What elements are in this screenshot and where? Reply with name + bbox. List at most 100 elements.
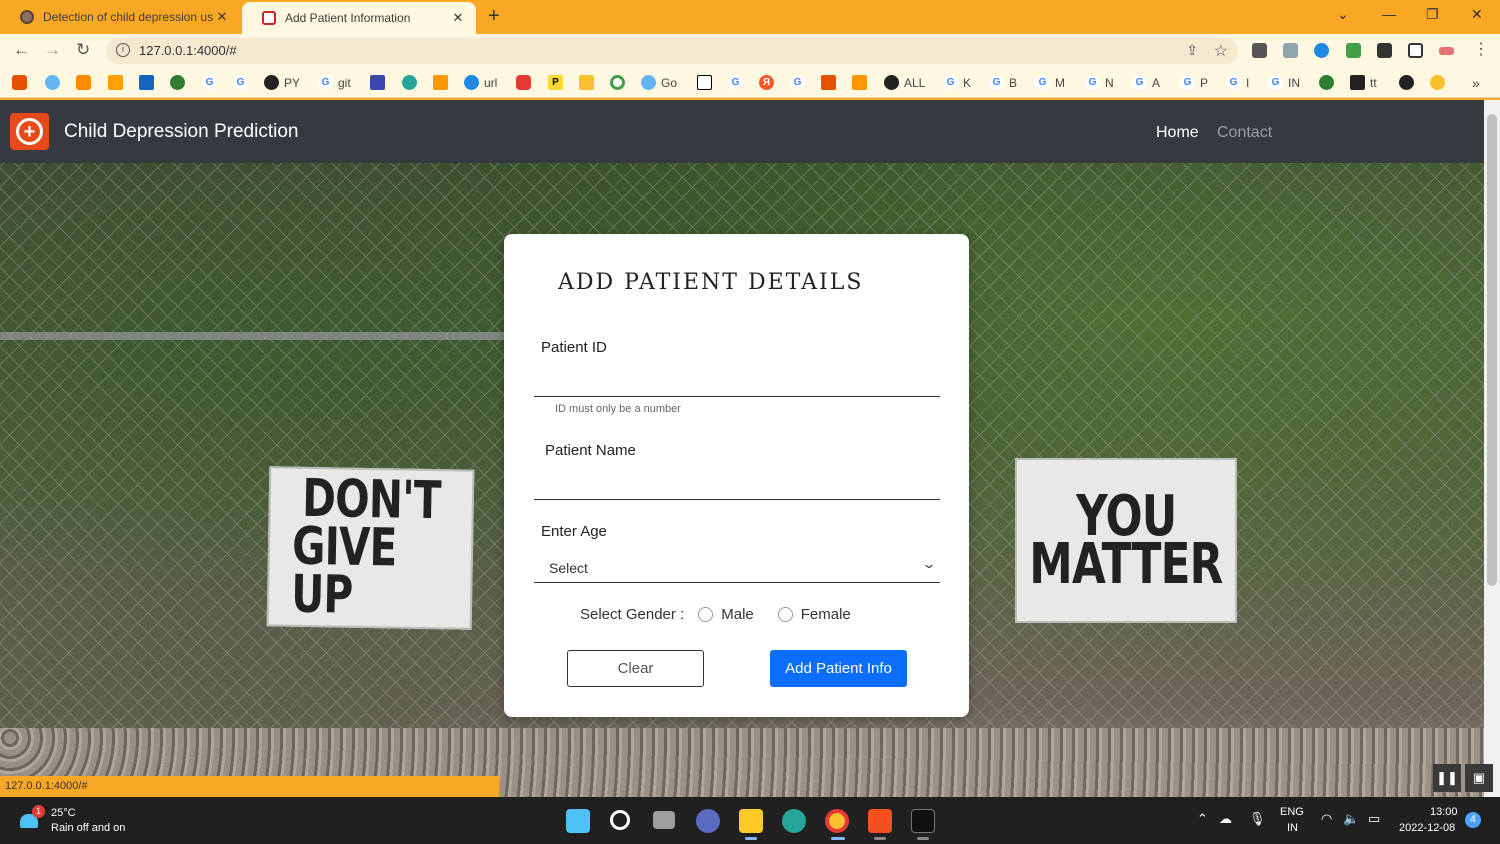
extension-blue-icon[interactable] [1314, 43, 1329, 58]
bookmark-wave-icon[interactable] [1319, 75, 1339, 90]
bookmark-green-icon[interactable] [170, 75, 190, 90]
bookmark-google-icon[interactable]: G [202, 75, 222, 90]
radio-female[interactable] [777, 607, 793, 622]
nav-link-contact[interactable]: Contact [1217, 124, 1272, 142]
bookmark-calendar-icon[interactable] [139, 75, 159, 90]
bookmark-a[interactable]: GA [1132, 75, 1160, 90]
bookmark-pin-icon[interactable] [12, 75, 32, 90]
bookmark-blue-icon[interactable] [370, 75, 390, 90]
address-url[interactable]: 127.0.0.1:4000/# [139, 43, 237, 58]
radio-female-label[interactable]: Female [801, 606, 851, 623]
bookmark-git[interactable]: Ggit [318, 75, 351, 90]
teams-chat-icon[interactable] [696, 809, 720, 833]
bookmark-bars-icon[interactable] [108, 75, 128, 90]
edge-icon[interactable] [782, 809, 806, 833]
bookmark-fish-icon[interactable] [852, 75, 872, 90]
bookmark-folder-icon[interactable] [579, 75, 599, 90]
bookmark-i[interactable]: GI [1226, 75, 1249, 90]
file-explorer-icon[interactable] [739, 809, 763, 833]
tab-add-patient-information[interactable]: Add Patient Information ✕ [242, 2, 476, 34]
region-indicator[interactable]: IN [1287, 822, 1298, 834]
extensions-puzzle-icon[interactable] [1377, 43, 1392, 58]
tab-close-icon[interactable]: ✕ [450, 10, 466, 26]
sublime-icon[interactable] [868, 809, 892, 833]
windows-start-icon[interactable] [566, 809, 590, 833]
bookmark-n[interactable]: GN [1085, 75, 1114, 90]
bookmark-ring-icon[interactable] [610, 75, 630, 90]
add-patient-info-button[interactable]: Add Patient Info [770, 650, 907, 687]
battery-icon[interactable]: ▭ [1368, 811, 1380, 827]
picture-in-picture-icon[interactable]: ▣ [1465, 764, 1493, 792]
brand-logo-icon[interactable]: + [10, 113, 49, 150]
microphone-icon[interactable]: 🎙 [1249, 811, 1266, 827]
bookmark-matlab-icon[interactable] [821, 75, 841, 90]
extension-chart-icon[interactable] [1346, 43, 1361, 58]
language-indicator[interactable]: ENG [1280, 806, 1304, 818]
search-icon[interactable] [610, 810, 630, 830]
bookmark-google-icon[interactable]: G [728, 75, 748, 90]
bookmark-orange-icon[interactable] [76, 75, 96, 90]
site-info-icon[interactable]: i [116, 43, 130, 57]
onedrive-cloud-icon[interactable]: ☁ [1219, 811, 1232, 827]
tab-close-icon[interactable]: ✕ [214, 9, 230, 25]
forward-icon[interactable]: → [44, 40, 61, 60]
bookmark-tt[interactable]: tt [1350, 75, 1377, 90]
bookmark-k[interactable]: GK [943, 75, 971, 90]
chrome-icon[interactable] [825, 809, 849, 833]
bookmark-globe-icon[interactable] [1399, 75, 1419, 90]
clock-date[interactable]: 2022-12-08 [1399, 822, 1455, 834]
window-close-icon[interactable]: ✕ [1471, 6, 1483, 23]
browser-menu-icon[interactable]: ⋮ [1473, 40, 1489, 60]
bookmark-p-icon[interactable]: P [548, 75, 568, 90]
radio-male[interactable] [698, 607, 714, 622]
notification-count-badge[interactable]: 4 [1465, 812, 1481, 828]
pause-icon[interactable]: ❚❚ [1433, 764, 1461, 792]
weather-description[interactable]: Rain off and on [51, 822, 125, 834]
tab-search-chevron-icon[interactable]: ⌄ [1337, 6, 1349, 23]
tray-chevron-up-icon[interactable]: ⌃ [1197, 811, 1208, 827]
bookmark-robot-icon[interactable] [402, 75, 422, 90]
side-panel-icon[interactable] [1408, 43, 1423, 58]
bookmark-notion-icon[interactable] [697, 75, 717, 90]
bookmark-google-icon[interactable]: G [790, 75, 810, 90]
profile-icon[interactable] [1439, 47, 1454, 55]
radio-male-label[interactable]: Male [721, 606, 754, 623]
bookmark-m[interactable]: GM [1035, 75, 1065, 90]
bookmark-google-icon[interactable]: G [233, 75, 253, 90]
bookmarks-overflow-icon[interactable]: » [1472, 75, 1480, 91]
tab-detection-child-depression[interactable]: Detection of child depression us ✕ [0, 0, 240, 34]
bookmark-yandex-icon[interactable]: Я [759, 75, 779, 90]
address-bar[interactable]: i 127.0.0.1:4000/# ⇪ ☆ [106, 38, 1238, 64]
share-icon[interactable]: ⇪ [1186, 42, 1198, 59]
scrollbar-thumb[interactable] [1487, 114, 1497, 586]
bookmark-p[interactable]: GP [1180, 75, 1208, 90]
bookmark-youtube-icon[interactable] [516, 75, 536, 90]
clear-button[interactable]: Clear [567, 650, 704, 687]
age-select[interactable]: Select ⌄ [534, 556, 940, 583]
minimize-icon[interactable]: — [1382, 6, 1396, 22]
bookmark-swirl-icon[interactable] [45, 75, 65, 90]
bookmark-in[interactable]: G IN [1268, 75, 1300, 90]
bookmark-pinwheel-icon[interactable] [1430, 75, 1450, 90]
bookmark-star-icon[interactable]: ☆ [1214, 41, 1228, 61]
task-view-icon[interactable] [653, 811, 675, 829]
new-tab-icon[interactable]: + [488, 6, 500, 26]
weather-temperature[interactable]: 25°C [51, 807, 76, 819]
terminal-icon[interactable] [911, 809, 935, 833]
brand-title[interactable]: Child Depression Prediction [64, 121, 298, 143]
bookmark-all[interactable]: ALL [884, 75, 925, 90]
clock-time[interactable]: 13:00 [1430, 806, 1458, 818]
reload-icon[interactable]: ↻ [76, 40, 90, 60]
extension-grid-icon[interactable] [1283, 43, 1298, 58]
bookmark-b[interactable]: GB [989, 75, 1017, 90]
bookmark-go[interactable]: Go [641, 75, 677, 90]
extension-panda-icon[interactable] [1252, 43, 1267, 58]
volume-icon[interactable]: 🔈 [1343, 811, 1359, 827]
nav-link-home[interactable]: Home [1156, 124, 1199, 142]
page-scrollbar[interactable] [1484, 100, 1500, 797]
bookmark-vlc-icon[interactable] [433, 75, 453, 90]
wifi-icon[interactable]: ◠ [1321, 811, 1332, 827]
restore-icon[interactable]: ❐ [1426, 6, 1439, 23]
bookmark-py[interactable]: PY [264, 75, 300, 90]
patient-name-input[interactable] [534, 470, 940, 500]
